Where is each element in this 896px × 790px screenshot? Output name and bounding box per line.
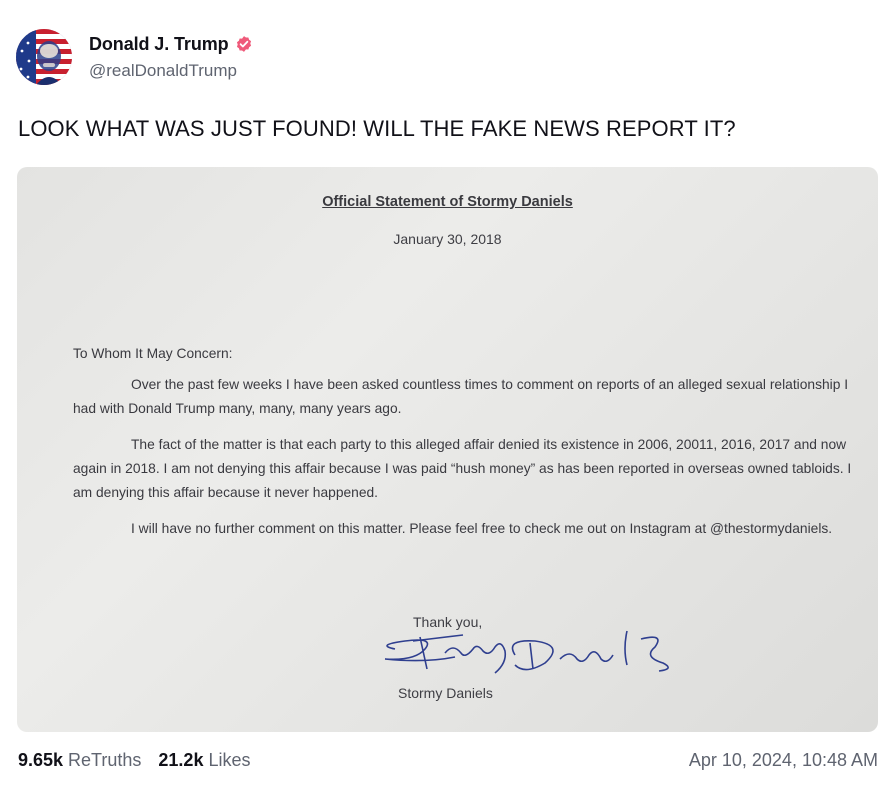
document-paper: Official Statement of Stormy Daniels Jan… bbox=[17, 167, 878, 732]
document-salutation: To Whom It May Concern: bbox=[73, 346, 233, 361]
post-timestamp[interactable]: Apr 10, 2024, 10:48 AM bbox=[689, 750, 878, 771]
avatar[interactable] bbox=[16, 29, 72, 85]
post-text: LOOK WHAT WAS JUST FOUND! WILL THE FAKE … bbox=[18, 116, 736, 141]
retruths-stat[interactable]: 9.65k ReTruths bbox=[18, 750, 141, 771]
document-title: Official Statement of Stormy Daniels bbox=[322, 194, 573, 210]
verified-badge-icon bbox=[236, 36, 251, 52]
avatar-flag-portrait-icon bbox=[16, 29, 72, 85]
handwritten-signature bbox=[384, 630, 669, 674]
display-name-row: Donald J. Trump bbox=[89, 34, 253, 55]
likes-label: Likes bbox=[208, 750, 251, 770]
likes-count: 21.2k bbox=[158, 750, 204, 770]
document-signer-name: Stormy Daniels bbox=[398, 685, 493, 701]
retruths-label: ReTruths bbox=[68, 750, 142, 770]
document-paragraph-1: Over the past few weeks I have been aske… bbox=[73, 377, 849, 416]
post-footer: 9.65k ReTruths 21.2k Likes Apr 10, 2024,… bbox=[18, 750, 878, 771]
document-paragraph-3: I will have no further comment on this m… bbox=[131, 521, 833, 536]
document-paragraph-2: The fact of the matter is that each part… bbox=[73, 437, 852, 500]
display-name[interactable]: Donald J. Trump bbox=[89, 34, 229, 55]
document-date: January 30, 2018 bbox=[393, 231, 502, 247]
author-names: Donald J. Trump @realDonaldTrump bbox=[89, 34, 253, 81]
user-handle[interactable]: @realDonaldTrump bbox=[89, 61, 253, 81]
retruths-count: 9.65k bbox=[18, 750, 64, 770]
post-header: Donald J. Trump @realDonaldTrump bbox=[16, 28, 253, 86]
post-image[interactable]: Official Statement of Stormy Daniels Jan… bbox=[17, 167, 878, 732]
likes-stat[interactable]: 21.2k Likes bbox=[158, 750, 250, 771]
